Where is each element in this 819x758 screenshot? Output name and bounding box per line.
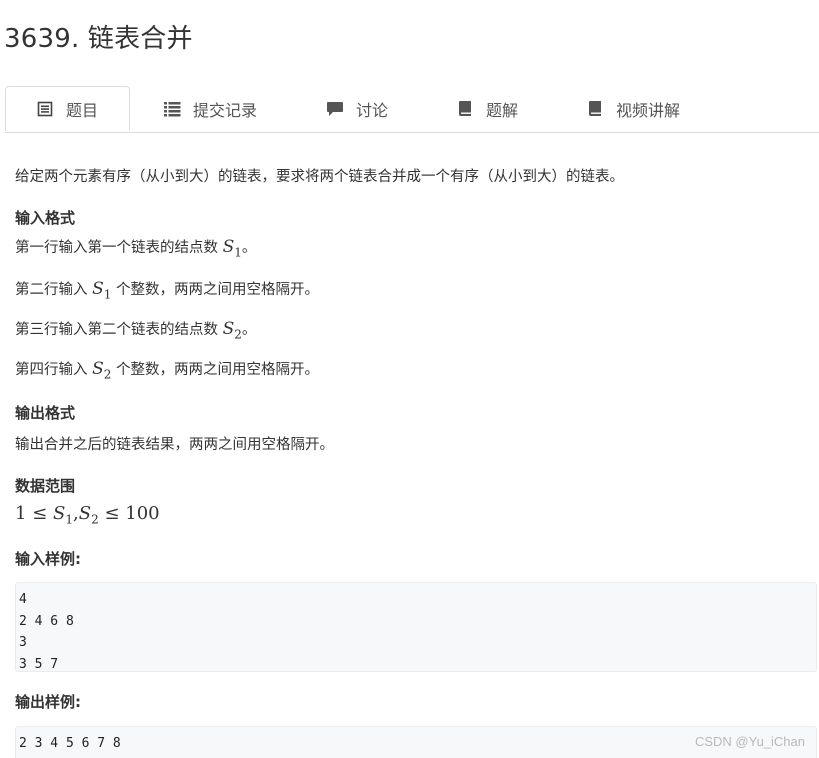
input-format-line: 第二行输入 S1 个整数，两两之间用空格隔开。: [15, 278, 319, 301]
data-range-heading: 数据范围: [15, 477, 76, 495]
tab-label: 视频讲解: [616, 100, 681, 120]
sample-input-heading: 输入样例:: [15, 550, 81, 568]
code-line: 4: [19, 592, 27, 607]
book-icon: [456, 100, 474, 118]
line-text: 第二行输入: [15, 282, 93, 298]
variable: S1: [92, 279, 112, 302]
sample-input-block: 4 2 4 6 8 3 3 5 7: [15, 582, 817, 672]
line-text: 。: [241, 322, 257, 338]
input-format-line: 第一行输入第一个链表的结点数 S1。: [15, 236, 256, 259]
document-icon: [36, 100, 54, 118]
code-line: 2 4 6 8: [19, 613, 74, 629]
code-line: 3: [19, 635, 27, 650]
input-format-heading: 输入格式: [15, 209, 76, 227]
code-line: 2 3 4 5 6 7 8: [19, 736, 121, 751]
line-text: 第一行输入第一个链表的结点数: [15, 240, 223, 256]
input-format-line: 第三行输入第二个链表的结点数 S2。: [15, 318, 256, 341]
sample-output-heading: 输出样例:: [15, 693, 81, 711]
line-text: 。: [241, 240, 257, 256]
variable: S2: [222, 319, 242, 342]
line-text: 个整数，两两之间用空格隔开。: [111, 362, 320, 378]
tab-video[interactable]: 视频讲解: [586, 86, 680, 131]
variable: S2: [92, 359, 112, 382]
tab-solutions[interactable]: 题解: [456, 86, 518, 131]
tab-submissions[interactable]: 提交记录: [163, 86, 257, 131]
page-title: 3639. 链表合并: [4, 24, 193, 54]
data-range-formula: 1 ≤ S1,S2 ≤ 100: [15, 503, 160, 527]
tab-bar: 题目 提交记录 讨论 题解 视频讲解: [5, 86, 819, 133]
line-text: 第四行输入: [15, 362, 93, 378]
code-line: 3 5 7: [19, 656, 59, 672]
problem-description: 给定两个元素有序（从小到大）的链表，要求将两个链表合并成一个有序（从小到大）的链…: [15, 169, 624, 185]
output-format-text: 输出合并之后的链表结果，两两之间用空格隔开。: [15, 437, 334, 453]
tab-label: 提交记录: [193, 100, 258, 120]
tab-label: 题目: [66, 100, 99, 120]
tab-label: 题解: [486, 100, 519, 120]
tab-discussion[interactable]: 讨论: [326, 86, 388, 131]
line-text: 第三行输入第二个链表的结点数: [15, 322, 223, 338]
tab-label: 讨论: [356, 100, 389, 120]
tab-problem[interactable]: 题目: [5, 86, 130, 131]
input-format-line: 第四行输入 S2 个整数，两两之间用空格隔开。: [15, 358, 319, 381]
list-icon: [163, 100, 181, 118]
watermark: CSDN @Yu_iChan: [694, 734, 805, 749]
output-format-heading: 输出格式: [15, 404, 76, 422]
comment-icon: [326, 100, 344, 118]
book-icon: [586, 100, 604, 118]
line-text: 个整数，两两之间用空格隔开。: [111, 282, 320, 298]
variable: S1: [222, 237, 242, 260]
